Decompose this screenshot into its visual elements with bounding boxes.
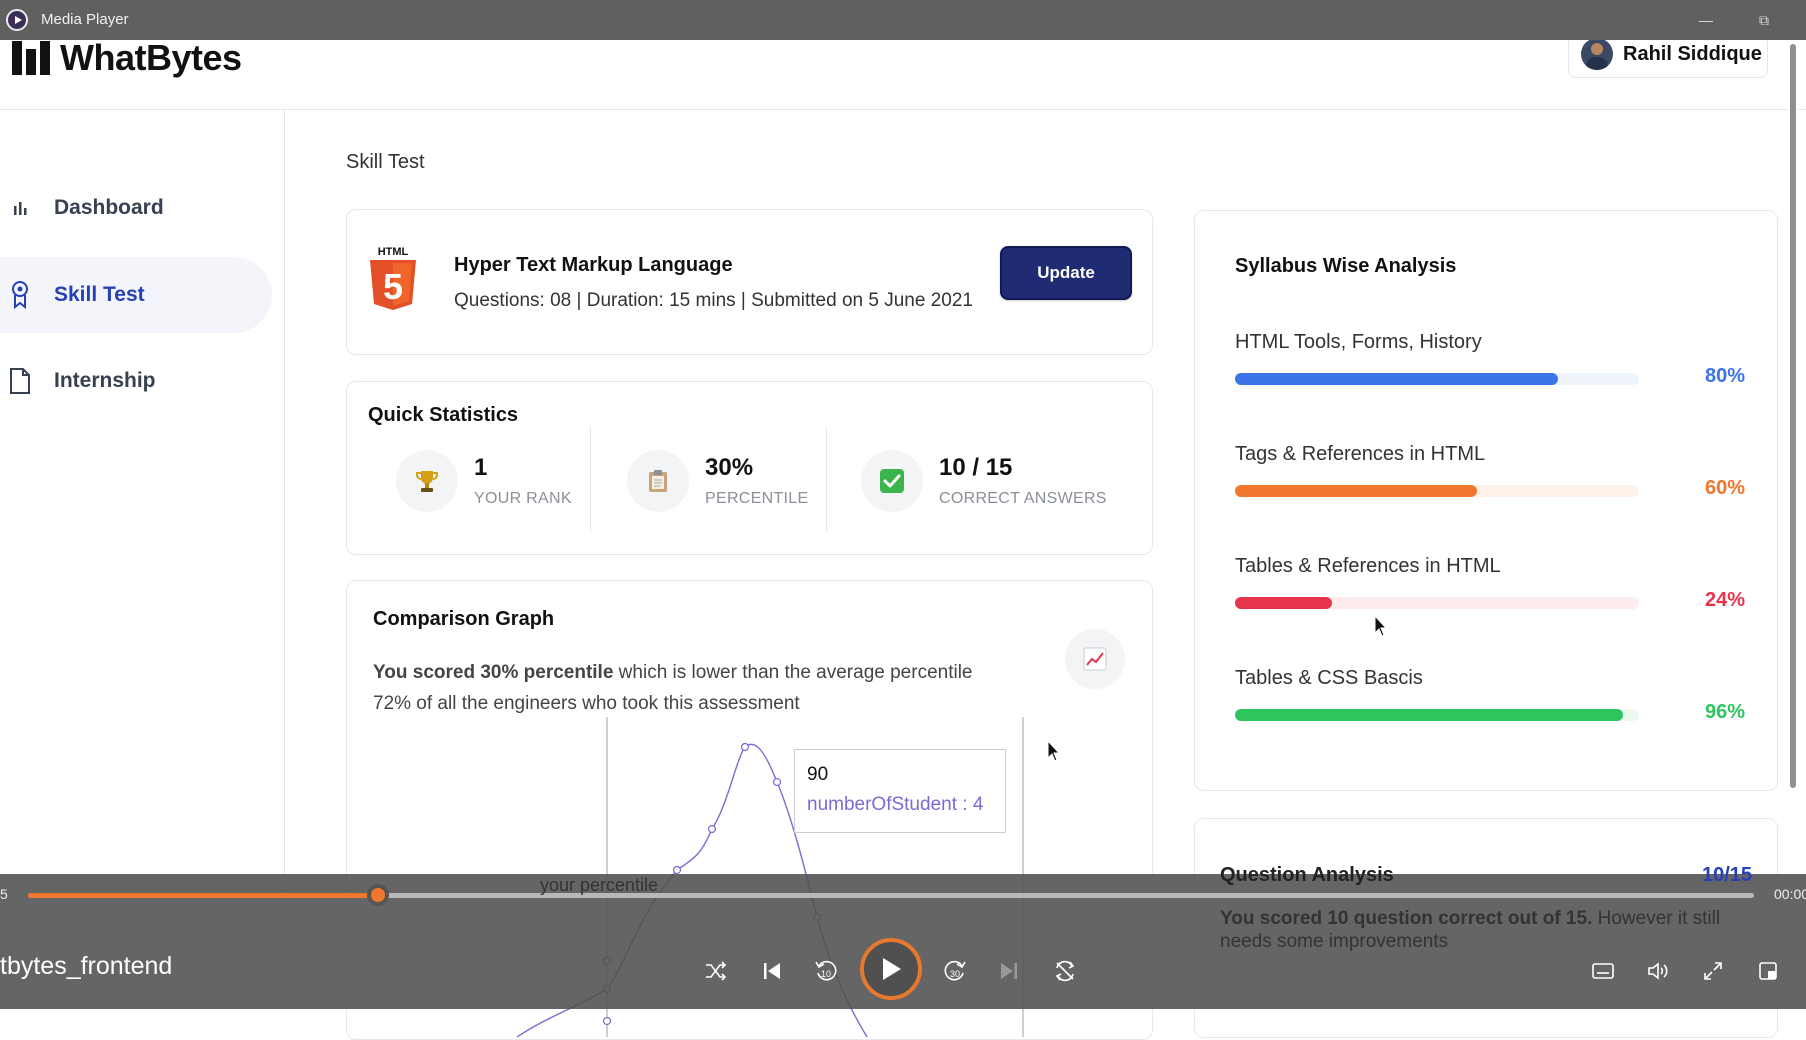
sidebar-item-label: Dashboard <box>54 196 164 219</box>
avatar <box>1581 38 1613 70</box>
play-icon <box>883 958 901 980</box>
syllabus-item-label: Tables & References in HTML <box>1235 555 1501 577</box>
syllabus-item-percent: 80% <box>1704 365 1745 387</box>
page-scrollbar[interactable] <box>1788 40 1798 792</box>
brand-name: WhatBytes <box>60 37 242 78</box>
question-analysis-heading: Question Analysis <box>1220 864 1394 886</box>
syllabus-item-label: Tags & References in HTML <box>1235 443 1486 465</box>
percentile-label: PERCENTILE <box>705 490 809 507</box>
syllabus-item: Tables & References in HTML 24% <box>1235 555 1745 611</box>
stat-divider <box>826 426 827 532</box>
page-title: Skill Test <box>346 151 425 173</box>
svg-text:5: 5 <box>383 266 403 307</box>
svg-text:30: 30 <box>950 969 960 979</box>
syllabus-item-percent: 96% <box>1704 701 1745 723</box>
rank-value: 1 <box>474 454 488 481</box>
rank-label: YOUR RANK <box>474 490 572 507</box>
media-player-icon <box>6 9 28 31</box>
sidebar-item-skill-test[interactable]: Skill Test <box>0 257 272 333</box>
fullscreen-icon[interactable] <box>1698 956 1728 986</box>
correct-answers-label: CORRECT ANSWERS <box>939 490 1107 507</box>
seek-progress <box>28 893 379 898</box>
progress-fill <box>1235 709 1623 721</box>
comparison-graph-heading: Comparison Graph <box>373 608 555 630</box>
stat-correct-answers: 10 / 15 CORRECT ANSWERS <box>861 444 1107 518</box>
test-name: Hyper Text Markup Language <box>454 254 733 276</box>
stat-divider <box>590 426 591 532</box>
mouse-cursor-icon <box>1047 740 1061 762</box>
syllabus-item: HTML Tools, Forms, History 80% <box>1235 331 1745 387</box>
sidebar-item-internship[interactable]: Internship <box>0 343 272 419</box>
question-analysis-text-bold: You scored 10 question correct out of 15… <box>1220 908 1593 929</box>
test-meta: Questions: 08 | Duration: 15 mins | Subm… <box>454 290 973 311</box>
chart-tooltip: 90 numberOfStudent : 4 <box>794 749 1006 833</box>
syllabus-heading: Syllabus Wise Analysis <box>1235 255 1457 277</box>
next-icon[interactable] <box>994 956 1024 986</box>
syllabus-item: Tables & CSS Bascis 96% <box>1235 667 1745 723</box>
volume-icon[interactable] <box>1643 956 1673 986</box>
seek-bar[interactable] <box>28 884 1754 906</box>
check-icon <box>861 450 923 512</box>
comparison-text-bold: You scored 30% percentile <box>373 662 614 683</box>
your-percentile-label: your percentile <box>540 875 659 895</box>
elapsed-time: 5 <box>0 886 8 902</box>
test-info-card: HTML 5 Hyper Text Markup Language Questi… <box>346 209 1153 355</box>
correct-answers-value: 10 / 15 <box>939 454 1013 481</box>
clipboard-icon <box>627 450 689 512</box>
stat-percentile: 30% PERCENTILE <box>627 444 808 518</box>
previous-icon[interactable] <box>757 956 787 986</box>
window-titlebar: Media Player — ⧉ <box>0 0 1806 40</box>
media-file-name: tbytes_frontend <box>0 952 173 980</box>
miniplayer-icon[interactable] <box>1753 956 1783 986</box>
app-header: WhatBytes Rahil Siddique <box>0 30 1806 110</box>
html5-logo-text: HTML <box>378 246 409 258</box>
award-icon <box>8 281 32 310</box>
syllabus-item-percent: 24% <box>1704 589 1745 611</box>
syllabus-item-label: Tables & CSS Bascis <box>1235 667 1423 689</box>
question-analysis-text: You scored 10 question correct out of 15… <box>1220 907 1760 953</box>
stat-rank: 1 YOUR RANK <box>396 444 572 518</box>
syllabus-item: Tags & References in HTML 60% <box>1235 443 1745 499</box>
captions-icon[interactable] <box>1588 956 1618 986</box>
progress-fill <box>1235 597 1332 609</box>
mouse-cursor-icon <box>1374 615 1388 637</box>
svg-text:10: 10 <box>821 969 831 979</box>
sidebar-item-dashboard[interactable]: Dashboard <box>0 170 272 246</box>
chart-trend-icon[interactable] <box>1065 629 1125 689</box>
bar-chart-icon <box>8 196 32 220</box>
sidebar-item-label: Skill Test <box>54 283 145 306</box>
restore-icon[interactable]: ⧉ <box>1752 8 1776 32</box>
document-icon <box>8 368 32 394</box>
forward-30-icon[interactable]: 30 <box>940 956 970 986</box>
percentile-value: 30% <box>705 454 754 481</box>
sidebar-item-label: Internship <box>54 369 156 392</box>
rewind-10-icon[interactable]: 10 <box>811 956 841 986</box>
user-name: Rahil Siddique <box>1623 42 1762 65</box>
tooltip-x: 90 <box>807 764 829 785</box>
comparison-text: You scored 30% percentile which is lower… <box>373 657 1013 719</box>
play-button[interactable] <box>860 938 922 1000</box>
tooltip-y: numberOfStudent : 4 <box>807 794 984 815</box>
syllabus-item-label: HTML Tools, Forms, History <box>1235 331 1482 353</box>
progress-fill <box>1235 373 1559 385</box>
html5-icon: HTML 5 <box>370 246 416 310</box>
progress-fill <box>1235 485 1478 497</box>
shuffle-icon[interactable] <box>701 956 731 986</box>
question-analysis-score: 10/15 <box>1702 864 1753 886</box>
quick-statistics-card: Quick Statistics 1 YOUR RANK 30% PERCENT… <box>346 381 1153 555</box>
seek-handle[interactable] <box>367 884 390 906</box>
syllabus-analysis-card: Syllabus Wise Analysis HTML Tools, Forms… <box>1194 210 1778 791</box>
minimize-icon[interactable]: — <box>1694 8 1718 32</box>
window-title: Media Player <box>41 11 129 28</box>
logo-bars-icon <box>12 41 50 75</box>
update-button[interactable]: Update <box>1000 246 1132 300</box>
trophy-icon <box>396 450 458 512</box>
repeat-icon[interactable] <box>1050 956 1080 986</box>
total-time: 00:00 <box>1774 886 1806 902</box>
quick-statistics-heading: Quick Statistics <box>368 404 519 426</box>
syllabus-item-percent: 60% <box>1704 477 1745 499</box>
